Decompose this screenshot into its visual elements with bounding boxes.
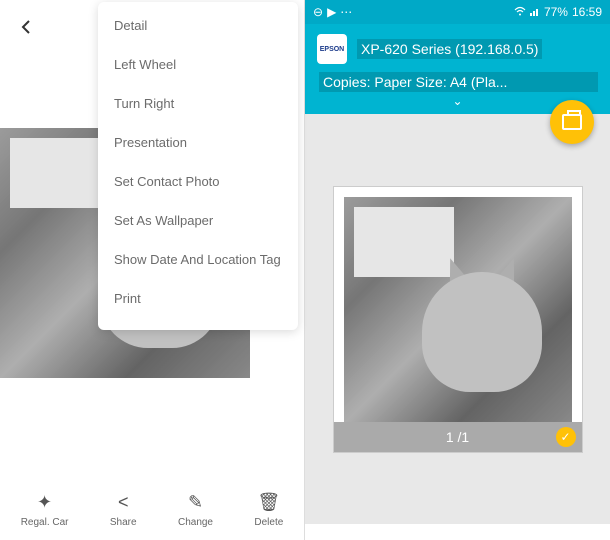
change-button[interactable]: ✎ Change [178, 492, 213, 528]
selected-check-icon[interactable]: ✓ [556, 427, 576, 447]
back-button[interactable] [18, 18, 34, 41]
battery-percent: 77% [544, 5, 568, 19]
printer-selector[interactable]: EPSON XP-620 Series (192.168.0.5) [317, 34, 598, 64]
menu-item-set-contact-photo[interactable]: Set Contact Photo [114, 162, 282, 201]
signal-icon [530, 5, 540, 19]
print-settings-summary[interactable]: Copies: Paper Size: A4 (Pla... [319, 72, 598, 92]
share-button[interactable]: < Share [110, 492, 137, 528]
print-icon [562, 114, 582, 130]
play-icon: ▶ [327, 5, 336, 19]
context-menu: Detail Left Wheel Turn Right Presentatio… [98, 2, 298, 330]
printer-name: XP-620 Series (192.168.0.5) [357, 39, 542, 59]
delete-label: Delete [254, 517, 283, 528]
delete-button[interactable]: 🗑 Delete [254, 492, 283, 528]
menu-item-detail[interactable]: Detail [114, 16, 282, 45]
wand-icon: ✦ [37, 492, 52, 513]
epson-logo: EPSON [317, 34, 347, 64]
more-status-icon: ⋯ [340, 5, 352, 19]
bottom-toolbar: ✦ Regal. Car < Share ✎ Change 🗑 Delete [0, 480, 304, 540]
menu-item-print[interactable]: Print [114, 279, 282, 318]
clock: 16:59 [572, 5, 602, 19]
print-fab-button[interactable] [550, 100, 594, 144]
page-count: 1 /1 [446, 429, 469, 445]
preview-photo [344, 197, 572, 422]
regal-label: Regal. Car [21, 517, 69, 528]
gallery-detail-pane: Detail Left Wheel Turn Right Presentatio… [0, 0, 305, 540]
menu-item-turn-right[interactable]: Turn Right [114, 84, 282, 123]
edit-icon: ✎ [188, 492, 203, 513]
print-preview-area: 1 /1 ✓ [305, 114, 610, 524]
status-bar: ⊖ ▶ ⋯ 77% 16:59 [305, 0, 610, 24]
share-label: Share [110, 517, 137, 528]
change-label: Change [178, 517, 213, 528]
share-icon: < [118, 492, 129, 513]
print-preview-page[interactable]: 1 /1 ✓ [333, 186, 583, 453]
menu-item-presentation[interactable]: Presentation [114, 123, 282, 162]
minus-icon: ⊖ [313, 5, 323, 19]
trash-icon: 🗑 [257, 492, 280, 513]
wifi-icon [514, 5, 526, 19]
page-indicator-bar: 1 /1 ✓ [334, 422, 582, 452]
print-app-pane: ⊖ ▶ ⋯ 77% 16:59 EPSON XP-620 Series (192… [305, 0, 610, 540]
menu-item-set-wallpaper[interactable]: Set As Wallpaper [114, 201, 282, 240]
menu-item-show-date-location[interactable]: Show Date And Location Tag [114, 240, 282, 279]
regal-button[interactable]: ✦ Regal. Car [21, 492, 69, 528]
menu-item-left-wheel[interactable]: Left Wheel [114, 45, 282, 84]
